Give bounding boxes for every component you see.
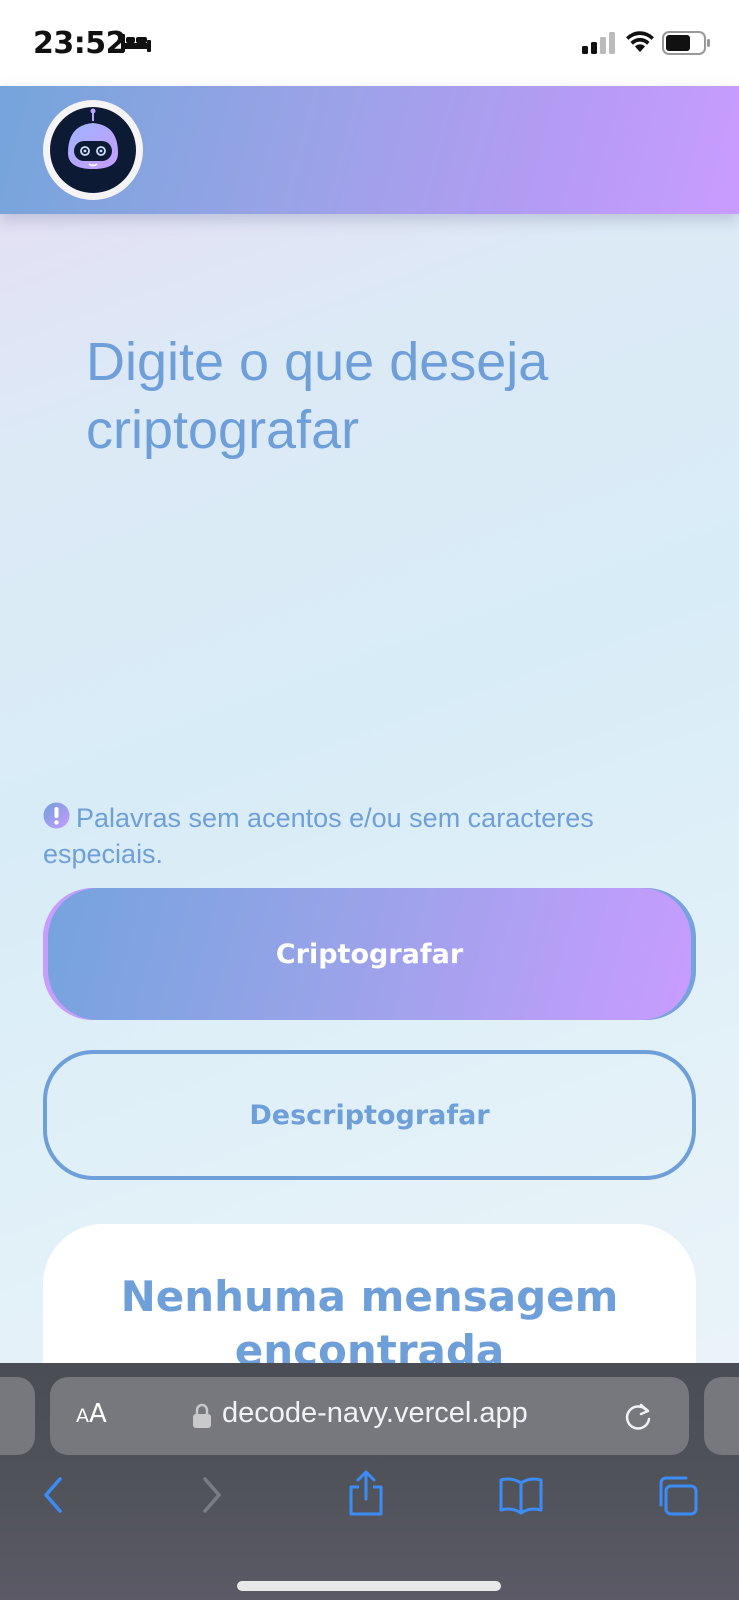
wifi-icon <box>626 31 654 52</box>
decrypt-button[interactable]: Descriptografar <box>43 1050 696 1180</box>
aa-small: A <box>76 1405 89 1427</box>
back-icon[interactable] <box>38 1475 70 1515</box>
signal-icon <box>582 32 615 54</box>
battery-icon <box>662 31 710 55</box>
browser-toolbar: AA decode-navy.vercel.app <box>0 1363 739 1600</box>
robot-logo[interactable] <box>43 100 143 200</box>
home-indicator[interactable] <box>237 1581 501 1591</box>
forward-icon[interactable] <box>195 1475 227 1515</box>
exclamation-icon <box>43 802 70 829</box>
address-bar[interactable]: AA decode-navy.vercel.app <box>50 1377 689 1455</box>
decrypt-button-label: Descriptografar <box>249 1099 490 1131</box>
reload-icon[interactable] <box>622 1399 654 1433</box>
status-time: 23:52 <box>33 26 127 61</box>
app-header <box>0 86 739 214</box>
robot-icon <box>68 108 118 169</box>
share-icon[interactable] <box>346 1469 386 1517</box>
aa-large: A <box>89 1399 107 1429</box>
reader-settings-button[interactable]: AA <box>76 1399 107 1429</box>
message-input[interactable] <box>86 328 686 748</box>
previous-tab-peek[interactable] <box>0 1377 35 1455</box>
tabs-icon[interactable] <box>656 1475 700 1517</box>
bookmarks-icon[interactable] <box>498 1475 544 1515</box>
warning-note: Palavras sem acentos e/ou sem caracteres… <box>43 800 683 872</box>
url-text: decode-navy.vercel.app <box>222 1397 528 1429</box>
bed-icon <box>121 34 151 52</box>
lock-icon <box>193 1403 211 1428</box>
next-tab-peek[interactable] <box>704 1377 739 1455</box>
encrypt-button-label: Criptografar <box>275 938 464 970</box>
encrypt-button[interactable]: Criptografar <box>43 888 696 1020</box>
warning-text: Palavras sem acentos e/ou sem caracteres… <box>43 803 594 869</box>
status-bar: 23:52 <box>0 0 739 86</box>
result-title: Nenhuma mensagem encontrada <box>120 1272 619 1375</box>
